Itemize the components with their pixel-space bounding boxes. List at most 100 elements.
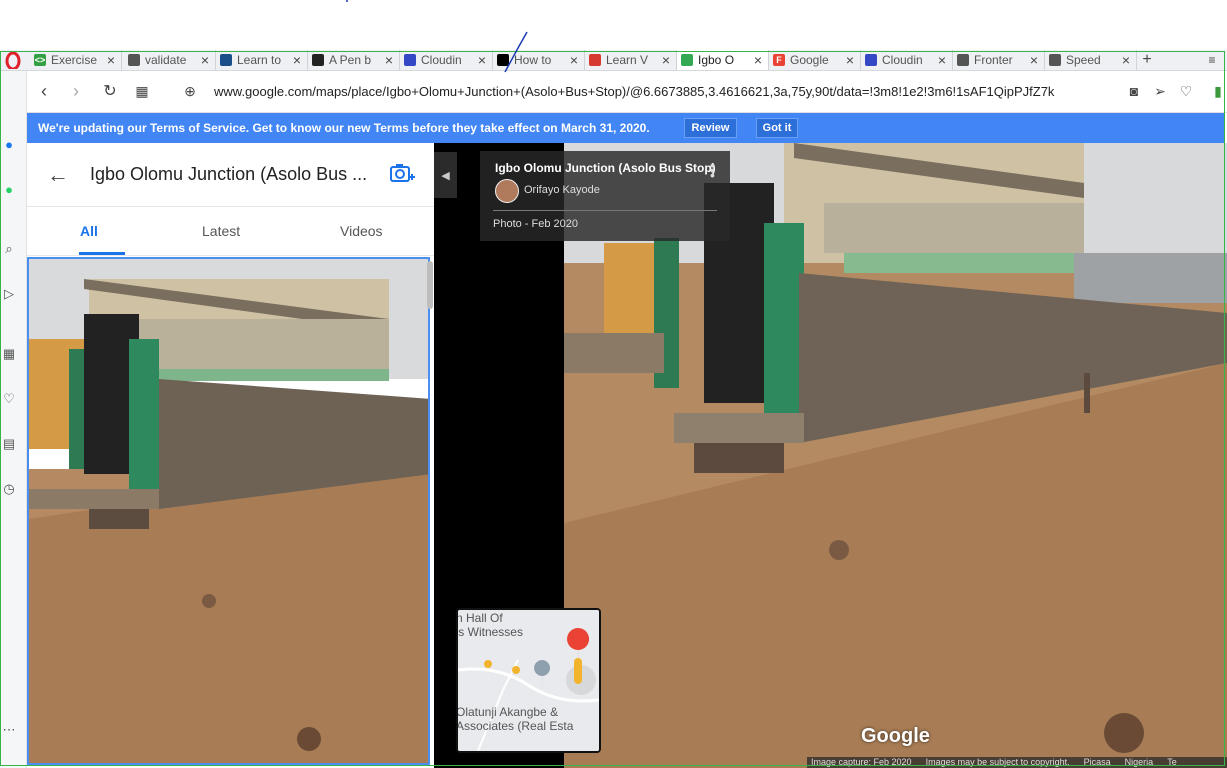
back-button[interactable]: ‹: [32, 79, 56, 103]
new-tab-button[interactable]: +: [1138, 50, 1156, 70]
close-tab-icon[interactable]: ×: [104, 52, 118, 68]
add-photo-icon[interactable]: [389, 161, 415, 185]
messenger-icon[interactable]: ●: [0, 135, 18, 153]
collapse-panel-button[interactable]: ◀: [434, 152, 457, 198]
history-icon[interactable]: ◷: [0, 480, 18, 498]
browser-sidebar: ● ● ⌕ ▷ ▦ ♡ ▤ ◷ ⋯: [0, 71, 27, 768]
copyright-notice[interactable]: Images may be subject to copyright.: [926, 757, 1070, 768]
extension-icon[interactable]: ▮: [1206, 79, 1227, 103]
bookmarks-icon[interactable]: ♡: [0, 390, 18, 408]
close-tab-icon[interactable]: ×: [751, 52, 765, 68]
photo-date: Photo - Feb 2020: [493, 218, 579, 230]
send-icon[interactable]: ▷: [0, 285, 18, 303]
tab-label: Speed: [1066, 53, 1101, 67]
close-tab-icon[interactable]: ×: [935, 52, 949, 68]
close-tab-icon[interactable]: ×: [567, 52, 581, 68]
banner-text: We're updating our Terms of Service. Get…: [38, 121, 650, 135]
url-field[interactable]: www.google.com/maps/place/Igbo+Olomu+Jun…: [214, 84, 1114, 99]
minimap-label-bottom: Olatunji Akangbe & Associates (Real Esta: [456, 705, 574, 733]
browser-tab[interactable]: Learn V ×: [585, 50, 677, 70]
close-tab-icon[interactable]: ×: [198, 52, 212, 68]
forward-button[interactable]: ›: [64, 79, 88, 103]
close-tab-icon[interactable]: ×: [1119, 52, 1133, 68]
opera-logo-icon: [5, 51, 21, 69]
photos-panel: ← Igbo Olomu Junction (Asolo Bus ... All…: [27, 143, 434, 768]
reload-button[interactable]: ↻: [98, 79, 122, 103]
tab-label: Google: [790, 53, 829, 67]
attribution-bar: Image capture: Feb 2020 Images may be su…: [807, 757, 1227, 768]
tab-label: A Pen b: [329, 53, 372, 67]
heart-icon[interactable]: ♡: [1174, 79, 1198, 103]
close-tab-icon[interactable]: ×: [1027, 52, 1041, 68]
browser-tab[interactable]: Speed ×: [1045, 50, 1137, 70]
tab-label: Cloudin: [882, 53, 923, 67]
tab-label: Learn to: [237, 53, 282, 67]
photo-info-card: Igbo Olomu Junction (Asolo Bus Stop) • • •…: [480, 151, 730, 241]
close-tab-icon[interactable]: ×: [382, 52, 396, 68]
terms-link[interactable]: Te: [1167, 757, 1177, 768]
speed-dial-icon[interactable]: ▦: [130, 79, 154, 103]
tab-label: Fronter: [974, 53, 1013, 67]
minimap[interactable]: n Hall Of's Witnesses Olatunji Akangbe &…: [456, 608, 601, 753]
tab-favicon-icon: [220, 54, 232, 66]
address-bar: ‹ › ↻ ▦ ⊕ www.google.com/maps/place/Igbo…: [26, 71, 1227, 113]
whatsapp-icon[interactable]: ●: [0, 180, 18, 198]
snapshot-icon[interactable]: ◙: [1122, 79, 1146, 103]
photo-author[interactable]: Orifayo Kayode: [524, 184, 600, 196]
close-tab-icon[interactable]: ×: [843, 52, 857, 68]
photo-place-name[interactable]: Igbo Olomu Junction (Asolo Bus Stop): [495, 161, 716, 175]
tab-latest[interactable]: Latest: [202, 223, 240, 239]
browser-tab[interactable]: A Pen b ×: [308, 50, 400, 70]
news-icon[interactable]: ▤: [0, 435, 18, 453]
site-info-icon[interactable]: ⊕: [178, 79, 202, 103]
photo-viewer[interactable]: ◀ Igbo Olomu Junction (Asolo Bus Stop) •…: [434, 143, 1227, 768]
tab-favicon-icon: [957, 54, 969, 66]
picasa-link[interactable]: Picasa: [1084, 757, 1111, 768]
search-icon[interactable]: ⌕: [0, 240, 18, 258]
place-title: Igbo Olomu Junction (Asolo Bus ...: [90, 164, 368, 184]
more-icon[interactable]: ⋯: [0, 721, 18, 739]
info-divider: [493, 210, 717, 211]
speed-dial-icon[interactable]: ▦: [0, 345, 18, 363]
browser-tab[interactable]: Cloudin ×: [400, 50, 493, 70]
browser-tab[interactable]: Learn to ×: [216, 50, 308, 70]
tab-label: Exercise: [51, 53, 98, 67]
review-button[interactable]: Review: [684, 118, 737, 138]
desktop-top-area: [0, 0, 1227, 50]
more-options-icon[interactable]: • • •: [710, 158, 715, 182]
browser-tab[interactable]: Fronter ×: [953, 50, 1045, 70]
tab-label: Cloudin: [421, 53, 462, 67]
panel-scrollbar[interactable]: [427, 261, 433, 309]
photo-thumbnail[interactable]: [27, 257, 430, 765]
back-arrow-icon[interactable]: ←: [47, 162, 69, 188]
close-tab-icon[interactable]: ×: [475, 52, 489, 68]
browser-tab[interactable]: Igbo O ×: [677, 50, 769, 70]
google-watermark: Google: [861, 725, 930, 747]
tab-favicon-icon: F: [773, 54, 785, 66]
send-icon[interactable]: ➢: [1148, 79, 1172, 103]
active-tab-indicator: [79, 252, 125, 255]
tab-favicon-icon: [1049, 54, 1061, 66]
tab-favicon-icon: [681, 54, 693, 66]
minimap-label-top: n Hall Of's Witnesses: [456, 611, 523, 639]
browser-tab[interactable]: Cloudin ×: [861, 50, 953, 70]
browser-tab[interactable]: validate ×: [124, 50, 216, 70]
tab-label: Igbo O: [698, 53, 735, 67]
close-tab-icon[interactable]: ×: [659, 52, 673, 68]
region-label: Nigeria: [1124, 757, 1154, 767]
tab-all[interactable]: All: [80, 223, 98, 239]
opera-menu-button[interactable]: [0, 50, 26, 70]
tab-menu-icon[interactable]: ≡: [1203, 50, 1221, 70]
tab-favicon-icon: [312, 54, 324, 66]
photo-tabs: All Latest Videos: [27, 206, 434, 256]
tab-strip: <> Exercise × validate × Learn to × A Pen b × Clo…: [0, 50, 1227, 71]
author-avatar[interactable]: [495, 179, 519, 203]
close-tab-icon[interactable]: ×: [290, 52, 304, 68]
tab-videos[interactable]: Videos: [340, 223, 383, 239]
tab-label: validate: [145, 53, 187, 67]
browser-tab[interactable]: F Google ×: [769, 50, 861, 70]
browser-tab[interactable]: <> Exercise ×: [30, 50, 122, 70]
tab-favicon-icon: [404, 54, 416, 66]
tab-favicon-icon: [589, 54, 601, 66]
got-it-button[interactable]: Got it: [756, 118, 798, 138]
